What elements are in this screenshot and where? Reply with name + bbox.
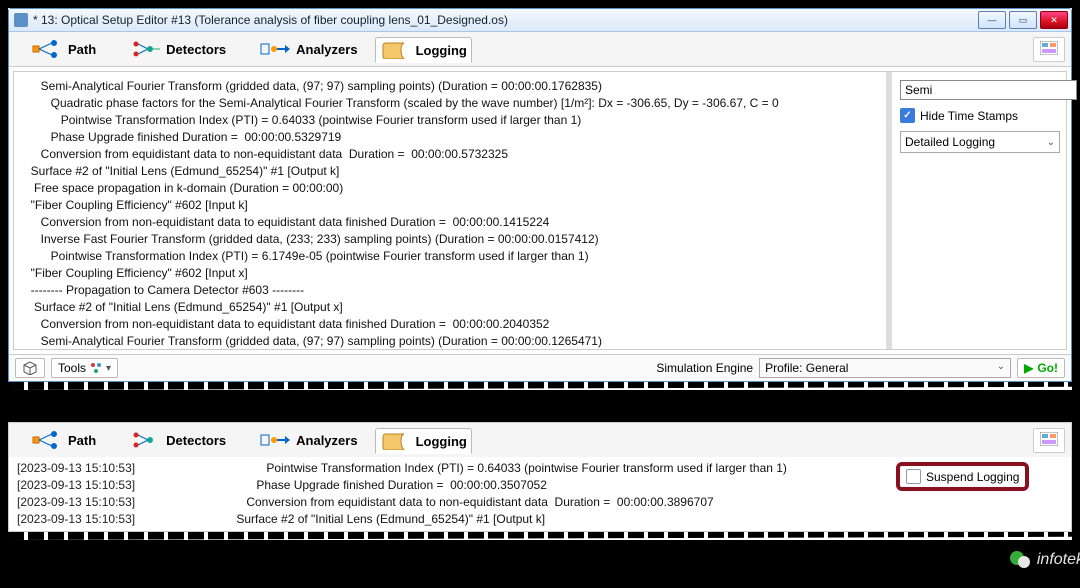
go-button[interactable]: ▶ Go! [1017, 358, 1065, 378]
timestamp: [2023-09-13 15:10:53] [17, 494, 197, 511]
analyzers-icon [260, 40, 290, 58]
wechat-icon [1008, 548, 1032, 572]
window-title: * 13: Optical Setup Editor #13 (Toleranc… [33, 13, 508, 27]
tab-logging[interactable]: Logging [375, 37, 472, 63]
log-line: "Fiber Coupling Efficiency" #602 [Input … [24, 197, 884, 214]
main-tabbar: Path Detectors Analyzers Logging [9, 32, 1071, 67]
log-line: Phase Upgrade finished Duration = 00:00:… [24, 129, 884, 146]
log-line: Pointwise Transformation Index (PTI) = 0… [213, 460, 883, 477]
go-label: Go! [1037, 361, 1058, 375]
hide-timestamps-label: Hide Time Stamps [920, 109, 1018, 123]
torn-edge [8, 382, 1072, 390]
app-icon [14, 13, 28, 27]
log-line: Conversion from equidistant data to non-… [213, 494, 883, 511]
suspend-logging-highlight: ✓ Suspend Logging [896, 462, 1029, 491]
logging-level-select[interactable]: Detailed Logging ⌄ [900, 131, 1060, 153]
log-line: Semi-Analytical Fourier Transform (gridd… [24, 333, 884, 349]
timestamp: [2023-09-13 15:10:53] [17, 460, 197, 477]
detectors-icon [130, 431, 160, 449]
hide-timestamps-checkbox[interactable]: ✓ Hide Time Stamps [900, 108, 1060, 123]
log-line: Surface #2 of "Initial Lens (Edmund_6525… [24, 299, 884, 316]
tools-icon [90, 362, 102, 374]
logging-icon [380, 41, 410, 59]
suspend-logging-label: Suspend Logging [926, 470, 1019, 484]
tab-detectors-label: Detectors [166, 433, 226, 448]
log-line: Free space propagation in k-domain (Dura… [24, 180, 884, 197]
lower-log-panel: [2023-09-13 15:10:53] [2023-09-13 15:10:… [8, 457, 1072, 532]
tab-analyzers[interactable]: Analyzers [243, 33, 374, 65]
lower-tabbar: Path Detectors Analyzers Logging [8, 422, 1072, 458]
tab-path-label: Path [68, 433, 96, 448]
chevron-down-icon: ⌄ [1047, 137, 1055, 148]
tab-detectors-label: Detectors [166, 42, 226, 57]
timestamp: [2023-09-13 15:10:53] [17, 511, 197, 528]
log-line: Pointwise Transformation Index (PTI) = 6… [24, 248, 884, 265]
log-line: Quadratic phase factors for the Semi-Ana… [24, 95, 884, 112]
tab-detectors[interactable]: Detectors [113, 33, 243, 65]
layout-button[interactable] [1033, 428, 1065, 453]
torn-edge [8, 532, 1072, 540]
profile-value: Profile: General [765, 361, 848, 375]
minimize-button[interactable]: — [978, 11, 1006, 29]
layout-button[interactable] [1033, 37, 1065, 62]
close-button[interactable]: ✕ [1040, 11, 1068, 29]
path-icon [32, 40, 62, 58]
timestamp: [2023-09-13 15:10:53] [17, 477, 197, 494]
log-line: "Fiber Coupling Efficiency" #602 [Input … [24, 265, 884, 282]
tab-analyzers-label: Analyzers [296, 433, 357, 448]
search-input[interactable] [900, 80, 1077, 100]
chevron-down-icon: ▾ [106, 363, 111, 374]
log-sidebar: ✕ → ✓ Hide Time Stamps Detailed Logging … [894, 72, 1066, 349]
perspective-button[interactable] [15, 358, 45, 378]
tab-path[interactable]: Path [15, 424, 113, 456]
tab-path-label: Path [68, 42, 96, 57]
log-line: Phase Upgrade finished Duration = 00:00:… [213, 477, 883, 494]
analyzers-icon [260, 431, 290, 449]
titlebar: * 13: Optical Setup Editor #13 (Toleranc… [9, 9, 1071, 32]
log-line: Conversion from non-equidistant data to … [24, 214, 884, 231]
simulation-engine-label: Simulation Engine [656, 361, 753, 375]
scrollbar[interactable] [886, 72, 892, 349]
log-panel: Semi-Analytical Fourier Transform (gridd… [13, 71, 1067, 350]
play-icon: ▶ [1024, 361, 1033, 375]
log-text[interactable]: Semi-Analytical Fourier Transform (gridd… [14, 72, 894, 349]
tab-analyzers-label: Analyzers [296, 42, 357, 57]
tab-logging-label: Logging [416, 43, 467, 58]
logging-level-value: Detailed Logging [905, 135, 995, 149]
layout-icon [1040, 432, 1058, 446]
maximize-button[interactable]: ▭ [1009, 11, 1037, 29]
log-line: Conversion from non-equidistant data to … [24, 316, 884, 333]
check-icon: ✓ [900, 108, 915, 123]
log-line: Surface #2 of "Initial Lens (Edmund_6525… [24, 163, 884, 180]
log-line: Semi-Analytical Fourier Transform (gridd… [24, 78, 884, 95]
message-column: Pointwise Transformation Index (PTI) = 0… [205, 457, 891, 531]
optical-setup-editor-window: * 13: Optical Setup Editor #13 (Toleranc… [8, 8, 1072, 382]
layout-icon [1040, 41, 1058, 55]
logging-icon [380, 432, 410, 450]
tab-analyzers[interactable]: Analyzers [243, 424, 374, 456]
bottom-bar: Tools ▾ Simulation Engine Profile: Gener… [9, 354, 1071, 381]
log-line: Inverse Fast Fourier Transform (gridded … [24, 231, 884, 248]
tools-dropdown[interactable]: Tools ▾ [51, 358, 118, 378]
log-line: Surface #2 of "Initial Lens (Edmund_6525… [213, 511, 883, 528]
tab-detectors[interactable]: Detectors [113, 424, 243, 456]
tab-path[interactable]: Path [15, 33, 113, 65]
checkbox-icon: ✓ [906, 469, 921, 484]
path-icon [32, 431, 62, 449]
chevron-down-icon: ⌄ [997, 361, 1005, 375]
tab-logging[interactable]: Logging [375, 428, 472, 454]
suspend-logging-checkbox[interactable]: ✓ Suspend Logging [906, 469, 1019, 484]
log-line: -------- Propagation to Camera Detector … [24, 282, 884, 299]
timestamp-column: [2023-09-13 15:10:53] [2023-09-13 15:10:… [9, 457, 205, 531]
watermark: infotek [1008, 548, 1080, 572]
tab-logging-label: Logging [416, 434, 467, 449]
log-line: Conversion from equidistant data to non-… [24, 146, 884, 163]
log-line: Pointwise Transformation Index (PTI) = 0… [24, 112, 884, 129]
cube-icon [22, 361, 38, 375]
detectors-icon [130, 40, 160, 58]
tools-label: Tools [58, 361, 86, 375]
profile-select[interactable]: Profile: General ⌄ [759, 358, 1011, 378]
